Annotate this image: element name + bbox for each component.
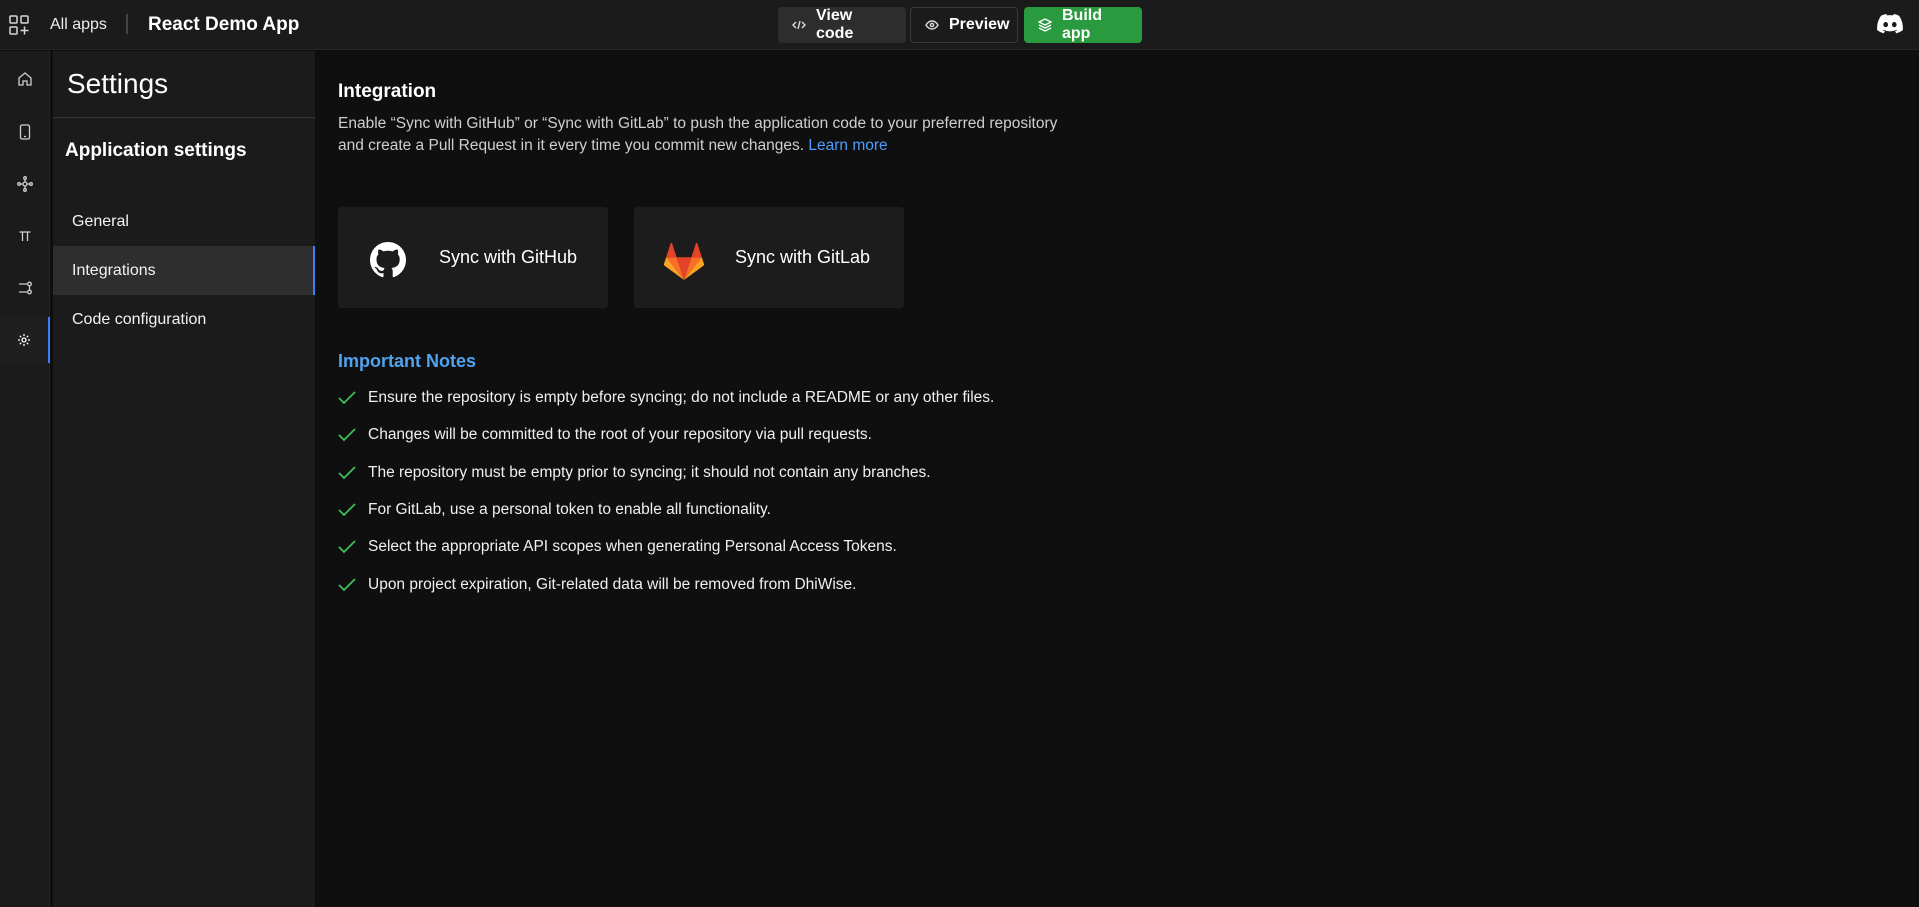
- note-item: Ensure the repository is empty before sy…: [338, 387, 994, 409]
- rail-nodes[interactable]: [0, 161, 50, 207]
- check-icon: [338, 578, 356, 592]
- device-icon: [19, 124, 31, 140]
- note-text: Ensure the repository is empty before sy…: [368, 389, 995, 406]
- settings-title: Settings: [67, 68, 169, 99]
- check-icon: [338, 428, 356, 442]
- settings-sidebar: Settings Application settings General In…: [53, 51, 315, 907]
- rail-home[interactable]: [0, 56, 50, 102]
- divider: [126, 14, 128, 34]
- rail-pi[interactable]: [0, 213, 50, 259]
- note-item: Select the appropriate API scopes when g…: [338, 536, 897, 558]
- top-bar: All apps React Demo App View code Previe…: [0, 0, 1919, 50]
- gear-icon: [18, 334, 30, 346]
- nav-item-general[interactable]: General: [53, 197, 315, 246]
- sync-gitlab-card[interactable]: Sync with GitLab: [634, 207, 904, 308]
- pi-icon: [19, 231, 31, 241]
- rail-device[interactable]: [0, 109, 50, 155]
- sync-gitlab-label: Sync with GitLab: [735, 247, 871, 267]
- nodes-icon: [17, 176, 33, 192]
- nav-item-code-configuration[interactable]: Code configuration: [53, 295, 315, 344]
- icon-rail: [0, 51, 50, 907]
- home-icon: [18, 72, 32, 86]
- layers-icon: [1038, 18, 1052, 32]
- gitlab-icon: [663, 242, 705, 280]
- check-icon: [338, 540, 356, 554]
- section-heading: Application settings: [65, 140, 247, 161]
- description-text: Enable “Sync with GitHub” or “Sync with …: [338, 115, 1058, 154]
- note-text: Changes will be committed to the root of…: [368, 426, 872, 443]
- note-text: Select the appropriate API scopes when g…: [368, 538, 897, 555]
- page-title: Integration: [338, 81, 437, 102]
- rail-settings[interactable]: [0, 317, 50, 363]
- nav-item-integrations[interactable]: Integrations: [53, 246, 315, 295]
- app-title: React Demo App: [148, 14, 300, 35]
- sync-github-card[interactable]: Sync with GitHub: [338, 207, 608, 308]
- view-code-button[interactable]: View code: [778, 7, 906, 43]
- code-icon: [792, 20, 806, 30]
- note-item: The repository must be empty prior to sy…: [338, 462, 931, 484]
- note-item: For GitLab, use a personal token to enab…: [338, 499, 771, 521]
- view-code-label: View code: [816, 7, 854, 42]
- note-item: Upon project expiration, Git-related dat…: [338, 574, 856, 596]
- integration-description: Enable “Sync with GitHub” or “Sync with …: [338, 113, 1078, 157]
- all-apps-link[interactable]: All apps: [50, 16, 107, 34]
- learn-more-link[interactable]: Learn more: [808, 137, 887, 154]
- sync-github-label: Sync with GitHub: [439, 247, 578, 267]
- settings-divider: [53, 117, 315, 118]
- apps-grid-icon[interactable]: [9, 15, 29, 35]
- preview-button[interactable]: Preview: [910, 7, 1018, 43]
- flow-icon: [19, 281, 32, 295]
- note-text: The repository must be empty prior to sy…: [368, 464, 931, 481]
- discord-icon[interactable]: [1877, 13, 1903, 35]
- note-text: Upon project expiration, Git-related dat…: [368, 576, 857, 593]
- build-app-label: Build app: [1062, 7, 1102, 42]
- note-item: Changes will be committed to the root of…: [338, 424, 872, 446]
- preview-label: Preview: [949, 16, 1010, 33]
- build-app-button[interactable]: Build app: [1024, 7, 1142, 43]
- check-icon: [338, 391, 356, 405]
- check-icon: [338, 503, 356, 517]
- rail-flow[interactable]: [0, 265, 50, 311]
- important-notes-title: Important Notes: [338, 351, 477, 371]
- check-icon: [338, 466, 356, 480]
- main-content: Integration Enable “Sync with GitHub” or…: [338, 51, 1898, 907]
- note-text: For GitLab, use a personal token to enab…: [368, 501, 771, 518]
- github-icon: [364, 236, 412, 284]
- eye-icon: [925, 20, 939, 30]
